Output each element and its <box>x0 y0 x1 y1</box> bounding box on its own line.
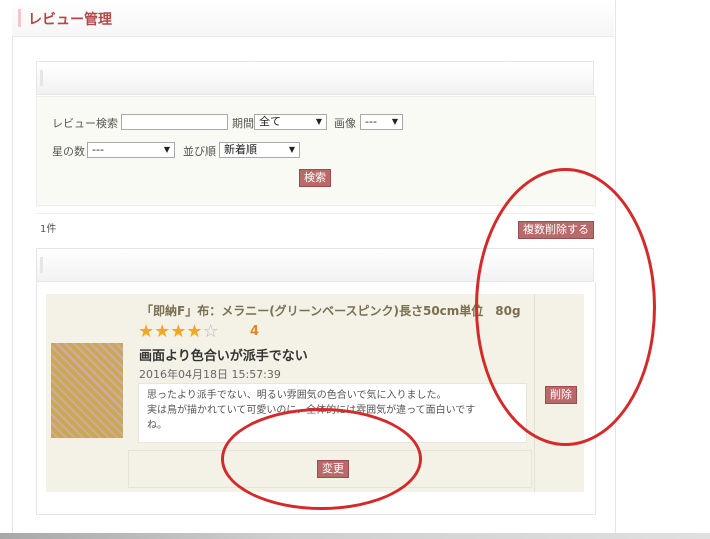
page-title: レビュー管理 <box>28 12 112 28</box>
star-filled-icon: ★ <box>154 321 171 342</box>
star-filled-icon: ★ <box>170 321 187 342</box>
stars-select[interactable]: --- ▼ <box>87 142 175 158</box>
search-panel: レビュー検索 期間 全て ▼ 画像 --- ▼ 星の数 --- ▼ 並び順 新着… <box>36 96 596 206</box>
image-select[interactable]: --- ▼ <box>360 114 403 130</box>
review-title: 画面より色合いが派手でない <box>139 349 308 364</box>
review-search-label: レビュー検索 <box>52 117 118 130</box>
star-filled-icon: ★ <box>138 321 155 342</box>
stars-label: 星の数 <box>52 145 85 158</box>
star-empty-icon: ☆ <box>202 321 219 342</box>
chevron-down-icon: ▼ <box>163 145 170 154</box>
annotation-ellipse-delete <box>475 168 656 446</box>
review-date: 2016年04月18日 15:57:39 <box>139 368 281 381</box>
product-thumbnail[interactable] <box>51 343 123 438</box>
image-select-value: --- <box>365 115 377 128</box>
search-panel-header <box>36 61 594 95</box>
chevron-down-icon: ▼ <box>391 117 398 126</box>
sort-select[interactable]: 新着順 ▼ <box>219 142 300 158</box>
result-count: 1件 <box>40 224 57 235</box>
page-header: レビュー管理 <box>12 0 614 37</box>
chevron-down-icon: ▼ <box>288 145 295 154</box>
star-filled-icon: ★ <box>186 321 203 342</box>
annotation-ellipse-change <box>221 408 422 510</box>
results-panel-header-bar <box>40 257 43 273</box>
search-panel-header-bar <box>40 70 43 86</box>
period-select[interactable]: 全て ▼ <box>254 114 327 130</box>
review-body-line: 思ったより派手でない、明るい雰囲気の色合いで気に入りました。 <box>147 390 447 401</box>
header-accent-bar <box>18 9 21 27</box>
review-search-input[interactable] <box>121 114 228 130</box>
rating-stars: ★★★★☆ <box>138 322 219 342</box>
period-label: 期間 <box>232 117 254 130</box>
image-label: 画像 <box>334 117 356 130</box>
product-name: 「即納F」布：メラニー(グリーンベースピンク)長さ50cm単位 80g <box>141 304 521 318</box>
stars-select-value: --- <box>92 143 104 156</box>
period-select-value: 全て <box>259 115 281 128</box>
horizontal-scrollbar[interactable] <box>0 533 710 539</box>
rating-value: 4 <box>250 324 260 339</box>
search-button[interactable]: 検索 <box>299 169 331 187</box>
sort-select-value: 新着順 <box>224 143 257 156</box>
chevron-down-icon: ▼ <box>315 117 322 126</box>
sort-label: 並び順 <box>183 145 216 158</box>
